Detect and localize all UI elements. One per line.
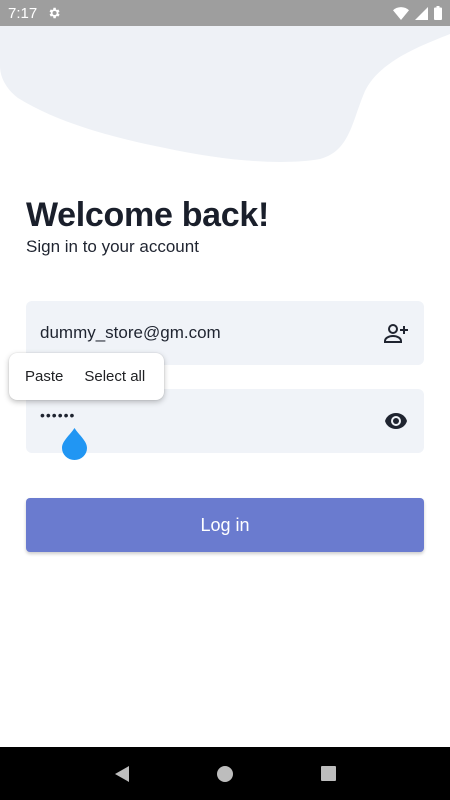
page-subtitle: Sign in to your account	[26, 237, 199, 256]
gear-icon	[47, 6, 61, 20]
eye-icon[interactable]	[382, 407, 410, 435]
status-time: 7:17	[8, 4, 38, 22]
decorative-blob	[0, 26, 450, 162]
email-input[interactable]	[40, 323, 382, 343]
paste-menu-item[interactable]: Paste	[25, 368, 63, 385]
cursor-handle-icon[interactable]	[62, 428, 87, 460]
page-title: Welcome back!	[26, 196, 270, 234]
password-input[interactable]	[40, 407, 382, 423]
status-left: 7:17	[8, 5, 61, 22]
person-add-icon[interactable]	[382, 319, 410, 347]
battery-icon	[434, 6, 442, 20]
recents-square-icon[interactable]	[317, 763, 339, 785]
navigation-bar	[0, 747, 450, 800]
login-screen: 7:17 Welcome back! Sign in to your accou…	[0, 0, 450, 800]
text-selection-popup: Paste Select all	[9, 353, 164, 400]
wifi-icon	[393, 6, 409, 20]
select-all-menu-item[interactable]: Select all	[84, 368, 145, 385]
status-right	[393, 6, 442, 20]
signal-icon	[415, 6, 428, 20]
login-button[interactable]: Log in	[26, 498, 424, 552]
back-triangle-icon[interactable]	[111, 763, 133, 785]
home-circle-icon[interactable]	[214, 763, 236, 785]
status-bar: 7:17	[0, 0, 450, 26]
